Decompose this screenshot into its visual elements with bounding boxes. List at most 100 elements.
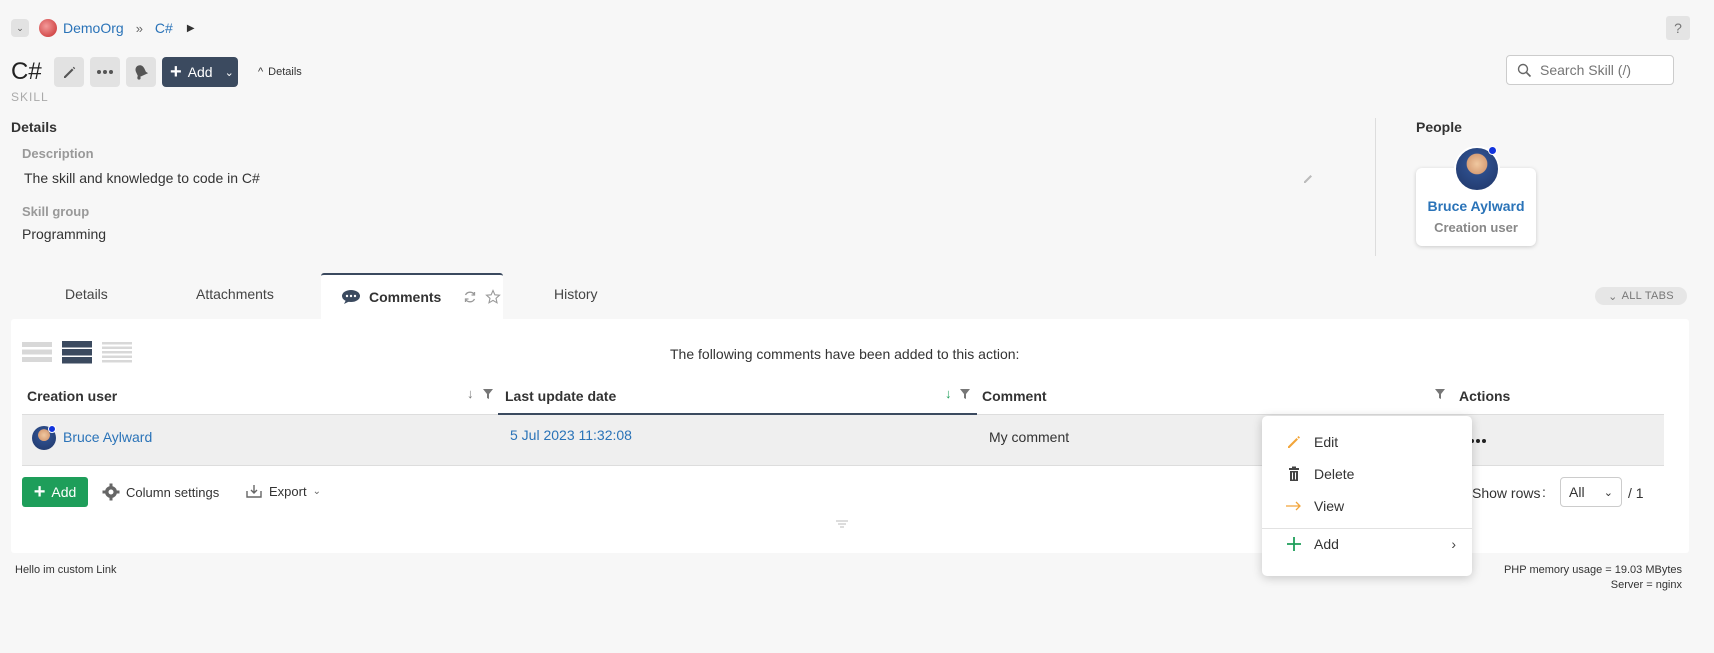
chevron-up-icon: ^ [258,66,264,78]
column-header-actions: Actions [1459,388,1511,404]
plus-icon [1287,537,1301,551]
skill-group-value: Programming [22,226,107,242]
caret-right-icon[interactable]: ▶ [187,23,195,34]
chevron-right-icon: › [1451,536,1456,552]
breadcrumb-separator: » [135,20,143,36]
export-icon [246,485,262,498]
trash-icon [1289,466,1299,481]
row-actions-ellipsis-icon[interactable] [1470,438,1486,444]
details-toggle-label: Details [268,66,302,78]
menu-item-add-label: Add [1314,536,1339,552]
memory-usage: PHP memory usage = 19.03 MBytes [1503,564,1682,576]
search-box[interactable] [1506,55,1674,85]
show-rows-colon: : [1542,484,1546,500]
refresh-icon[interactable] [463,290,477,304]
plus-icon: + [33,481,46,503]
online-status-icon [48,425,56,433]
tab-comments-label: Comments [369,289,442,305]
show-rows-value: All [1569,484,1585,500]
more-options-button[interactable] [90,57,120,87]
export-button[interactable]: Export ⌄ [245,483,321,499]
export-label: Export [269,483,307,499]
menu-item-edit-label: Edit [1314,434,1339,450]
filter-icon[interactable] [960,389,970,399]
menu-item-add[interactable]: Add › [1286,536,1456,552]
skill-group-label: Skill group [22,204,90,219]
column-header-comment[interactable]: Comment [982,388,1047,404]
density-normal-icon[interactable] [62,340,92,364]
column-header-creation-user[interactable]: Creation user [27,388,117,404]
page-subtitle: SKILL [11,90,49,104]
person-name[interactable]: Bruce Aylward [1416,198,1536,214]
pencil-icon[interactable] [1303,174,1313,184]
panel-message: The following comments have been added t… [670,346,1020,362]
notifications-button[interactable] [126,57,156,87]
custom-footer-link[interactable]: Hello im custom Link [15,564,116,576]
tab-comments[interactable]: Comments [321,273,503,319]
breadcrumb-org-link[interactable]: DemoOrg [63,20,124,36]
filter-icon[interactable] [1435,389,1445,399]
pencil-icon [64,66,76,78]
ellipsis-icon [97,70,113,74]
chevron-down-icon: ⌄ [224,66,234,79]
person-role: Creation user [1434,220,1518,235]
chevron-down-icon[interactable]: ⌄ [11,19,29,37]
column-settings-button[interactable]: Column settings [102,483,219,501]
description-value: The skill and knowledge to code in C# [24,170,260,186]
breadcrumb: ⌄ DemoOrg » C# ▶ [11,18,195,38]
gear-icon [102,483,120,501]
show-rows-select[interactable]: All ⌄ [1560,477,1622,507]
page-count: / 1 [1628,485,1644,501]
density-spacious-icon[interactable] [102,340,132,364]
comments-icon [342,290,360,304]
server-info: Server = nginx [1610,579,1682,591]
row-comment: My comment [989,429,1070,445]
menu-item-delete[interactable]: Delete [1286,466,1354,482]
column-header-last-update[interactable]: Last update date [505,388,616,404]
online-status-icon [1488,146,1497,155]
breadcrumb-current-link[interactable]: C# [155,20,173,36]
row-date-link[interactable]: 5 Jul 2023 11:32:08 [510,427,632,443]
row-context-menu: Edit Delete View Add › [1262,416,1472,576]
org-logo-icon [39,19,57,37]
add-button-label: Add [187,64,213,80]
menu-item-edit[interactable]: Edit [1286,434,1338,450]
section-divider [1375,118,1376,256]
star-icon[interactable] [485,289,502,305]
add-comment-button[interactable]: + Add [22,477,88,507]
details-heading: Details [11,119,57,135]
tab-history[interactable]: History [554,286,598,302]
description-label: Description [22,146,94,161]
search-input[interactable] [1540,62,1660,78]
add-comment-label: Add [51,484,77,500]
all-tabs-button[interactable]: ⌄ ALL TABS [1595,287,1687,305]
density-compact-icon[interactable] [22,340,52,364]
add-dropdown-button[interactable]: + Add ⌄ [162,57,238,87]
tab-attachments[interactable]: Attachments [196,286,274,302]
details-toggle[interactable]: ^ Details [258,66,302,78]
menu-item-delete-label: Delete [1314,466,1355,482]
row-user-link[interactable]: Bruce Aylward [63,429,152,445]
menu-item-view-label: View [1314,498,1345,514]
arrow-right-icon [1286,501,1301,511]
chevron-down-icon: ⌄ [1603,486,1613,499]
help-button[interactable]: ? [1666,16,1690,40]
column-settings-label: Column settings [126,484,220,500]
page-title: C# [11,58,42,85]
show-rows-label: Show rows [1472,485,1541,501]
filter-icon[interactable] [483,389,493,399]
bell-icon [135,65,149,80]
chevron-down-icon: ⌄ [1608,290,1618,303]
menu-item-view[interactable]: View [1286,498,1344,514]
plus-icon: + [170,61,182,83]
all-tabs-label: ALL TABS [1621,290,1674,302]
resize-handle-icon[interactable] [836,520,848,528]
edit-button[interactable] [54,57,84,87]
people-heading: People [1416,119,1462,135]
sort-down-icon[interactable]: ↓ [945,386,952,401]
tab-details[interactable]: Details [65,286,108,302]
menu-divider [1262,528,1472,529]
search-icon [1517,63,1532,77]
pencil-icon [1288,436,1300,448]
sort-down-icon[interactable]: ↓ [467,386,474,401]
